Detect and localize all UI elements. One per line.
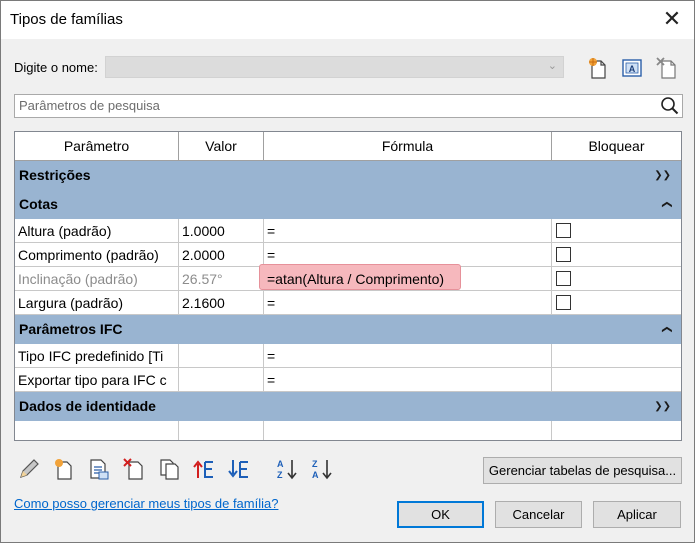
table-row[interactable]: Altura (padrão) 1.0000 = — [15, 219, 681, 243]
column-header-formula[interactable]: Fórmula — [264, 132, 552, 161]
title-bar: Tipos de famílias ✕ — [1, 1, 694, 39]
sort-descending-icon[interactable]: Z A — [310, 457, 334, 481]
formula-cell-container: =atan(Altura / Comprimento) — [259, 264, 552, 291]
parameter-name-cell: Comprimento (padrão) — [15, 243, 179, 267]
new-parameter-icon[interactable] — [52, 457, 76, 481]
type-name-label: Digite o nome: — [14, 60, 98, 75]
table-row[interactable] — [15, 421, 681, 440]
svg-text:A: A — [277, 459, 284, 469]
table-row[interactable]: Largura (padrão) 2.1600 = — [15, 291, 681, 315]
table-row[interactable]: Tipo IFC predefinido [Ti = — [15, 344, 681, 368]
move-down-icon[interactable] — [228, 457, 252, 481]
svg-text:A: A — [629, 64, 636, 74]
expand-icon[interactable]: ❯❯ — [654, 161, 671, 190]
column-header-value[interactable]: Valor — [179, 132, 264, 161]
value-cell[interactable]: 2.1600 — [179, 291, 264, 315]
group-label: Restrições — [19, 167, 91, 183]
value-cell[interactable]: 2.0000 — [179, 243, 264, 267]
svg-text:Z: Z — [277, 470, 283, 480]
help-link[interactable]: Como posso gerenciar meus tipos de famíl… — [14, 496, 278, 511]
formula-cell[interactable]: = — [264, 219, 552, 243]
lock-cell — [552, 421, 681, 440]
ok-button[interactable]: OK — [397, 501, 484, 528]
lock-checkbox[interactable] — [556, 247, 571, 262]
chevron-down-icon[interactable]: ⌄ — [548, 59, 557, 72]
group-label: Cotas — [19, 196, 58, 212]
collapse-icon[interactable]: ❯ — [652, 325, 681, 333]
parameter-name-cell: Altura (padrão) — [15, 219, 179, 243]
search-icon[interactable] — [660, 96, 680, 116]
value-cell: 26.57° — [179, 267, 264, 291]
value-cell[interactable] — [179, 368, 264, 392]
group-label: Dados de identidade — [19, 398, 156, 414]
column-header-parameter[interactable]: Parâmetro — [15, 132, 179, 161]
formula-cell[interactable]: =atan(Altura / Comprimento) — [267, 271, 444, 287]
parameter-search[interactable] — [14, 94, 683, 118]
lock-checkbox[interactable] — [556, 271, 571, 286]
svg-text:A: A — [312, 470, 319, 480]
copy-icon[interactable] — [157, 457, 181, 481]
collapse-icon[interactable]: ❯ — [652, 200, 681, 208]
lock-checkbox[interactable] — [556, 295, 571, 310]
formula-cell[interactable]: = — [264, 291, 552, 315]
duplicate-parameter-icon[interactable] — [87, 457, 111, 481]
sort-ascending-icon[interactable]: A Z — [275, 457, 299, 481]
lock-cell — [552, 368, 681, 392]
lock-cell — [552, 267, 681, 291]
group-restricoes[interactable]: Restrições ❯❯ — [15, 161, 681, 190]
parameter-name-cell — [15, 421, 179, 440]
parameter-table: Parâmetro Valor Fórmula Bloquear Restriç… — [14, 131, 682, 441]
formula-cell[interactable] — [264, 421, 552, 440]
move-up-icon[interactable] — [193, 457, 217, 481]
lock-cell — [552, 219, 681, 243]
formula-cell[interactable]: = — [264, 344, 552, 368]
apply-button[interactable]: Aplicar — [593, 501, 681, 528]
parameter-name-cell: Tipo IFC predefinido [Ti — [15, 344, 179, 368]
new-type-icon[interactable] — [586, 56, 610, 80]
table-row[interactable]: Exportar tipo para IFC c = — [15, 368, 681, 392]
group-identidade[interactable]: Dados de identidade ❯❯ — [15, 392, 681, 421]
edit-parameter-icon[interactable] — [17, 457, 41, 481]
rename-type-icon[interactable]: A — [620, 56, 644, 80]
expand-icon[interactable]: ❯❯ — [654, 392, 671, 421]
family-types-dialog: Tipos de famílias ✕ Digite o nome: ⌄ A P… — [0, 0, 695, 543]
group-ifc[interactable]: Parâmetros IFC ❯ — [15, 315, 681, 344]
lock-cell — [552, 243, 681, 267]
type-name-combo[interactable]: ⌄ — [105, 56, 564, 78]
parameter-name-cell: Inclinação (padrão) — [15, 267, 179, 291]
cancel-button[interactable]: Cancelar — [495, 501, 582, 528]
lock-cell — [552, 344, 681, 368]
parameter-name-cell: Largura (padrão) — [15, 291, 179, 315]
value-cell[interactable]: 1.0000 — [179, 219, 264, 243]
value-cell[interactable] — [179, 344, 264, 368]
group-cotas[interactable]: Cotas ❯ — [15, 190, 681, 219]
group-label: Parâmetros IFC — [19, 321, 123, 337]
svg-text:Z: Z — [312, 459, 318, 469]
manage-lookup-tables-button[interactable]: Gerenciar tabelas de pesquisa... — [483, 457, 682, 484]
window-title: Tipos de famílias — [10, 11, 123, 28]
formula-cell[interactable]: = — [264, 368, 552, 392]
delete-parameter-icon[interactable] — [122, 457, 146, 481]
lock-checkbox[interactable] — [556, 223, 571, 238]
close-icon[interactable]: ✕ — [660, 7, 684, 31]
table-row[interactable]: Inclinação (padrão) 26.57° =atan(Altura … — [15, 264, 681, 291]
parameter-name-cell: Exportar tipo para IFC c — [15, 368, 179, 392]
column-header-lock[interactable]: Bloquear — [552, 132, 681, 161]
delete-type-icon[interactable] — [655, 56, 679, 80]
search-input[interactable] — [19, 98, 639, 113]
value-cell[interactable] — [179, 421, 264, 440]
lock-cell — [552, 291, 681, 315]
